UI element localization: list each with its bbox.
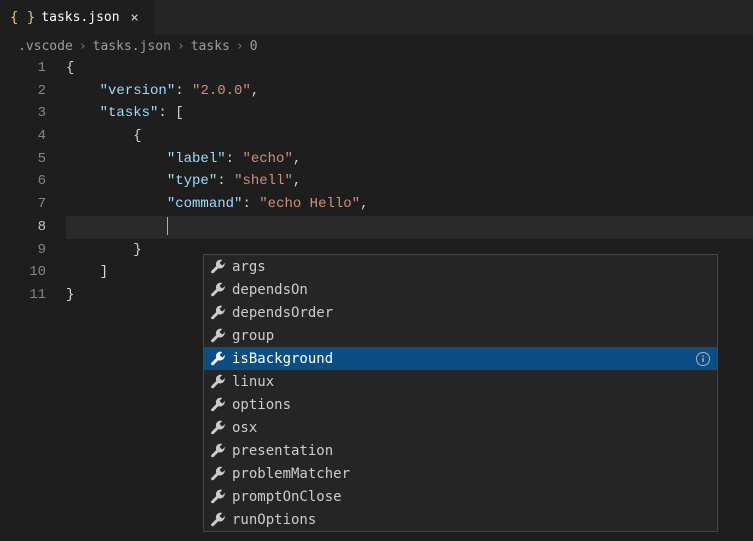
line-number: 5 bbox=[0, 148, 46, 171]
suggest-widget[interactable]: args dependsOn dependsOrder group isBackgrou… bbox=[203, 254, 718, 532]
line-number: 7 bbox=[0, 193, 46, 216]
breadcrumb-part[interactable]: tasks bbox=[191, 39, 230, 54]
suggest-label: dependsOrder bbox=[232, 305, 333, 321]
info-icon[interactable] bbox=[695, 351, 711, 367]
code-line[interactable]: { bbox=[66, 57, 753, 80]
code-line[interactable]: "type": "shell", bbox=[66, 170, 753, 193]
line-number: 9 bbox=[0, 239, 46, 262]
chevron-right-icon: › bbox=[236, 39, 244, 54]
code-line[interactable] bbox=[66, 216, 753, 239]
suggest-label: presentation bbox=[232, 443, 333, 459]
property-icon bbox=[210, 466, 226, 482]
suggest-label: runOptions bbox=[232, 512, 316, 528]
text-cursor bbox=[167, 217, 168, 235]
line-number: 1 bbox=[0, 57, 46, 80]
suggest-item[interactable]: osx bbox=[204, 416, 717, 439]
suggest-item[interactable]: linux bbox=[204, 370, 717, 393]
suggest-item[interactable]: runOptions bbox=[204, 508, 717, 531]
line-number-gutter: 1234567891011 bbox=[0, 57, 66, 307]
property-icon bbox=[210, 512, 226, 528]
line-number: 11 bbox=[0, 284, 46, 307]
close-icon[interactable]: × bbox=[126, 10, 144, 26]
tab-bar: { } tasks.json × bbox=[0, 0, 753, 35]
line-number: 2 bbox=[0, 80, 46, 103]
suggest-item[interactable]: args bbox=[204, 255, 717, 278]
property-icon bbox=[210, 328, 226, 344]
breadcrumb-part[interactable]: 0 bbox=[250, 39, 258, 54]
property-icon bbox=[210, 305, 226, 321]
line-number: 3 bbox=[0, 102, 46, 125]
suggest-item[interactable]: problemMatcher bbox=[204, 462, 717, 485]
suggest-item[interactable]: promptOnClose bbox=[204, 485, 717, 508]
suggest-item[interactable]: options bbox=[204, 393, 717, 416]
chevron-right-icon: › bbox=[177, 39, 185, 54]
code-line[interactable]: "version": "2.0.0", bbox=[66, 80, 753, 103]
property-icon bbox=[210, 282, 226, 298]
suggest-label: problemMatcher bbox=[232, 466, 350, 482]
tab-filename: tasks.json bbox=[41, 10, 119, 25]
json-icon: { } bbox=[10, 10, 35, 26]
line-number: 4 bbox=[0, 125, 46, 148]
breadcrumb-part[interactable]: tasks.json bbox=[93, 39, 171, 54]
editor-tab[interactable]: { } tasks.json × bbox=[0, 0, 154, 35]
suggest-label: linux bbox=[232, 374, 274, 390]
suggest-item[interactable]: group bbox=[204, 324, 717, 347]
property-icon bbox=[210, 259, 226, 275]
code-line[interactable]: { bbox=[66, 125, 753, 148]
property-icon bbox=[210, 351, 226, 367]
suggest-label: osx bbox=[232, 420, 257, 436]
suggest-label: group bbox=[232, 328, 274, 344]
property-icon bbox=[210, 443, 226, 459]
code-line[interactable]: "label": "echo", bbox=[66, 148, 753, 171]
breadcrumb[interactable]: .vscode › tasks.json › tasks › 0 bbox=[0, 35, 753, 57]
suggest-label: options bbox=[232, 397, 291, 413]
suggest-label: promptOnClose bbox=[232, 489, 342, 505]
suggest-label: args bbox=[232, 259, 266, 275]
suggest-label: isBackground bbox=[232, 351, 333, 367]
code-line[interactable]: "tasks": [ bbox=[66, 102, 753, 125]
line-number: 10 bbox=[0, 261, 46, 284]
suggest-label: dependsOn bbox=[232, 282, 308, 298]
line-number: 6 bbox=[0, 170, 46, 193]
suggest-item[interactable]: dependsOn bbox=[204, 278, 717, 301]
suggest-item[interactable]: presentation bbox=[204, 439, 717, 462]
code-line[interactable]: "command": "echo Hello", bbox=[66, 193, 753, 216]
property-icon bbox=[210, 420, 226, 436]
suggest-item[interactable]: dependsOrder bbox=[204, 301, 717, 324]
chevron-right-icon: › bbox=[79, 39, 87, 54]
property-icon bbox=[210, 374, 226, 390]
property-icon bbox=[210, 397, 226, 413]
property-icon bbox=[210, 489, 226, 505]
suggest-item[interactable]: isBackground bbox=[204, 347, 717, 370]
line-number: 8 bbox=[0, 216, 46, 239]
breadcrumb-part[interactable]: .vscode bbox=[18, 39, 73, 54]
